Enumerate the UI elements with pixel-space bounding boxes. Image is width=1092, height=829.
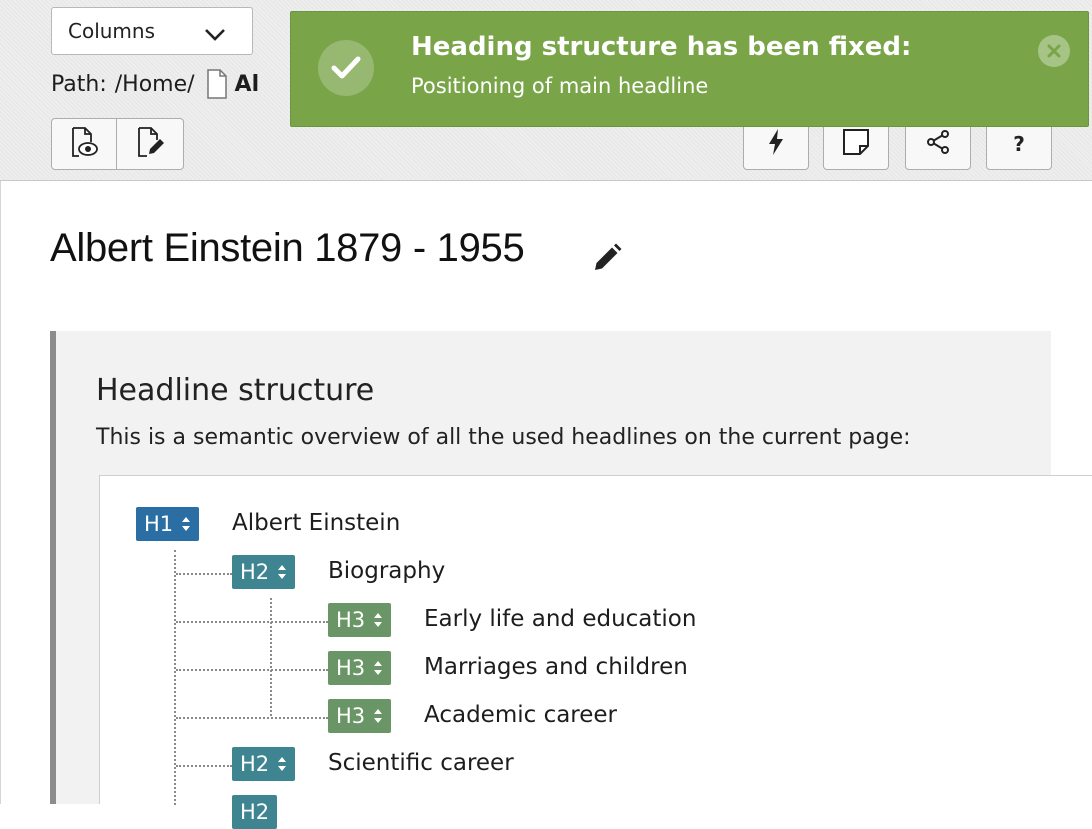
columns-select-label: Columns [68, 19, 156, 43]
pencil-icon[interactable] [592, 243, 622, 277]
view-edit-button-group [51, 118, 184, 170]
notification-title: Heading structure has been fixed: [411, 32, 912, 62]
heading-level-badge-h2[interactable]: H2 [232, 795, 278, 829]
heading-level: H3 [336, 608, 366, 632]
share-icon [925, 129, 951, 160]
heading-level-badge-h1[interactable]: H1 [136, 507, 200, 541]
heading-text: Marriages and children [424, 654, 688, 680]
heading-level: H2 [240, 752, 270, 776]
sort-arrows-icon [373, 611, 383, 629]
breadcrumb: Path: /Home/ Al [51, 68, 259, 100]
heading-text: Albert Einstein [232, 510, 401, 536]
success-notification: Heading structure has been fixed: Positi… [290, 11, 1089, 127]
sort-arrows-icon [277, 755, 287, 773]
tree-connector [176, 669, 328, 671]
page-title: Albert Einstein 1879 - 1955 [50, 226, 525, 270]
document-eye-icon [69, 126, 99, 163]
heading-level: H2 [240, 560, 270, 584]
note-icon [842, 128, 870, 161]
tree-connector [176, 573, 232, 575]
chevron-down-icon [204, 23, 226, 47]
heading-level-badge-h3[interactable]: H3 [328, 651, 392, 685]
heading-text: Scientific career [328, 750, 514, 776]
sort-arrows-icon [373, 707, 383, 725]
tree-connector [176, 765, 232, 767]
heading-level: H1 [144, 512, 174, 536]
heading-level: H3 [336, 704, 366, 728]
notification-message: Positioning of main headline [411, 74, 709, 98]
edit-page-properties-button[interactable] [117, 118, 184, 170]
heading-text: Academic career [424, 702, 618, 728]
heading-level-badge-h2[interactable]: H2 [232, 747, 296, 781]
document-edit-icon [135, 126, 165, 163]
view-page-button[interactable] [51, 118, 117, 170]
panel-description: This is a semantic overview of all the u… [96, 425, 911, 450]
tree-connector [270, 598, 272, 716]
check-circle-icon [318, 40, 374, 96]
lightning-icon [766, 128, 786, 161]
heading-level-badge-h3[interactable]: H3 [328, 603, 392, 637]
sort-arrows-icon [181, 515, 191, 533]
path-label: Path: [51, 71, 107, 97]
close-icon[interactable] [1038, 35, 1070, 67]
tree-connector [176, 717, 328, 719]
breadcrumb-current-page[interactable]: Al [235, 72, 260, 97]
content-left-border [0, 181, 1, 804]
heading-text: Biography [328, 558, 446, 584]
heading-level-badge-h3[interactable]: H3 [328, 699, 392, 733]
page-document-icon[interactable] [206, 69, 227, 99]
columns-select[interactable]: Columns [51, 7, 253, 55]
heading-level-badge-h2[interactable]: H2 [232, 555, 296, 589]
heading-level: H3 [336, 656, 366, 680]
path-value: /Home/ [114, 71, 195, 97]
sort-arrows-icon [373, 659, 383, 677]
help-label: ? [1013, 132, 1025, 156]
headline-tree: H1 Albert Einstein H2 Biography H3 Early… [99, 475, 1092, 829]
panel-title: Headline structure [96, 373, 375, 408]
tree-connector [176, 621, 328, 623]
heading-text: Early life and education [424, 606, 697, 632]
sort-arrows-icon [277, 563, 287, 581]
